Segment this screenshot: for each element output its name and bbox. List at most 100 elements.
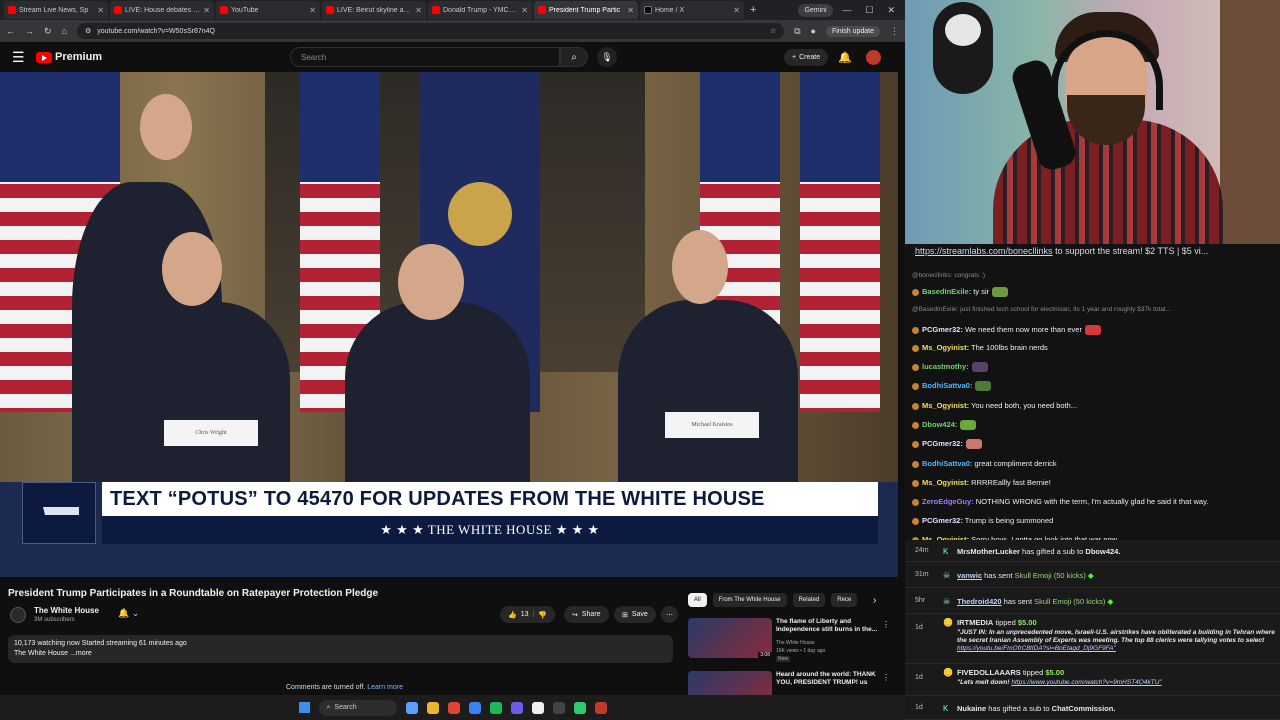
close-icon[interactable]: ✕ (733, 6, 740, 15)
app-icon[interactable] (573, 701, 586, 714)
microphone-icon[interactable]: 🎙 (597, 47, 617, 67)
search-icon: ⌕ (326, 703, 331, 711)
chat-username[interactable]: BasedInExile: (922, 287, 971, 296)
chat-username[interactable]: lucastmothy: (922, 362, 969, 371)
event-username[interactable]: vanwic (957, 571, 982, 580)
close-icon[interactable]: ✕ (521, 6, 528, 15)
more-options-icon[interactable]: ⋮ (882, 620, 890, 629)
share-button[interactable]: ↪ Share (564, 606, 609, 623)
chat-emote-icon (971, 362, 988, 373)
recommended-video[interactable]: 3:08 The flame of Liberty and Independen… (688, 618, 898, 662)
like-button[interactable]: 👍 13 | 👎 (500, 606, 556, 623)
streamlabs-link[interactable]: https://streamlabs.com/bonecllinks (915, 246, 1053, 256)
spotify-icon[interactable] (489, 701, 502, 714)
tab-house-debates[interactable]: LIVE: House debates war ✕ (110, 1, 214, 19)
site-info-icon[interactable]: ⚙ (85, 27, 91, 35)
hamburger-menu-icon[interactable]: ☰ (12, 49, 36, 66)
chip-related[interactable]: Related (792, 593, 826, 607)
notion-icon[interactable] (531, 701, 544, 714)
subscription-bell-icon[interactable]: 🔔 ⌄ (118, 608, 139, 619)
chat-username[interactable]: Ms_Ogyinist: (922, 478, 969, 487)
account-avatar[interactable] (866, 50, 881, 65)
extensions-icon[interactable]: ⧉ (794, 26, 800, 37)
video-player[interactable]: Chris Wright Michael Kratsios TEXT “POTU… (0, 72, 898, 577)
chat-username[interactable]: PCGmer32: (922, 439, 963, 448)
channel-name[interactable]: The White House (34, 606, 99, 615)
chrome-icon[interactable] (447, 701, 460, 714)
more-menu-icon[interactable]: ⋮ (890, 26, 899, 37)
chat-username[interactable]: Dbow424: (922, 420, 957, 429)
chevron-right-icon[interactable]: › (873, 595, 876, 606)
chat-username[interactable]: ZeroEdgeGuy: (922, 497, 974, 506)
search-input[interactable]: Search (290, 47, 560, 67)
chip-recent[interactable]: Rece (831, 593, 858, 607)
tab-donald-trump-ymca[interactable]: Donald Trump - YMCA (M ✕ (428, 1, 532, 19)
person-head (672, 230, 728, 304)
thumbs-down-icon[interactable]: 👎 (538, 611, 547, 619)
close-icon[interactable]: ✕ (203, 6, 210, 15)
file-explorer-icon[interactable] (405, 701, 418, 714)
create-button[interactable]: + Create (784, 49, 829, 66)
search-icon[interactable]: ⌕ (560, 47, 588, 67)
tip-link[interactable]: https://www.youtube.com/watch?v=9mHST4O4… (1011, 679, 1161, 686)
new-tab-icon[interactable]: + (746, 4, 760, 16)
app-icon[interactable] (594, 701, 607, 714)
obs-icon[interactable] (552, 701, 565, 714)
more-actions-icon[interactable]: ⋯ (661, 606, 678, 623)
chat-text: We need them now more than ever (962, 325, 1082, 334)
back-icon[interactable]: ← (6, 26, 15, 36)
youtube-favicon-icon (432, 6, 440, 14)
save-button[interactable]: ⊞ Save (614, 606, 656, 623)
close-icon[interactable]: ✕ (627, 6, 634, 15)
tab-stream-live-news[interactable]: Stream Live News, Sp ✕ (4, 1, 108, 19)
notifications-bell-icon[interactable]: 🔔 (838, 51, 852, 64)
learn-more-link[interactable]: Learn more (367, 684, 403, 691)
bookmark-star-icon[interactable]: ☆ (770, 27, 776, 35)
chat-username[interactable]: Ms_Ogyinist: (922, 343, 969, 352)
taskbar-search[interactable]: ⌕ Search (318, 699, 397, 716)
tab-president-trump[interactable]: President Trump Partic ✕ (534, 1, 638, 19)
chat-username[interactable]: BodhiSattva0: (922, 459, 972, 468)
tab-beirut-skyline[interactable]: LIVE: Beirut skyline as Isra ✕ (322, 1, 426, 19)
finish-update-button[interactable]: Finish update (825, 25, 880, 37)
event-username[interactable]: FIVEDOLLAAARS (957, 668, 1021, 677)
close-icon[interactable]: ✕ (309, 6, 316, 15)
profile-icon[interactable]: ● (811, 26, 816, 36)
event-username[interactable]: MrsMotherLucker (957, 547, 1020, 556)
reload-icon[interactable]: ↻ (44, 26, 52, 37)
tab-youtube[interactable]: YouTube ✕ (216, 1, 320, 19)
maximize-icon[interactable]: ☐ (865, 5, 873, 16)
description-box[interactable]: 10,173 watching now Started streaming 61… (8, 635, 673, 663)
bookshelf (1220, 0, 1280, 244)
event-text: Thedroid420 has sent Skull Emoji (50 kic… (957, 597, 1114, 606)
close-icon[interactable]: ✕ (97, 6, 104, 15)
forward-icon[interactable]: → (25, 26, 34, 36)
chat-username[interactable]: PCGmer32: (922, 325, 963, 334)
seated-official-left (110, 302, 290, 492)
event-username[interactable]: Nukaine (957, 704, 986, 713)
windows-start-icon[interactable] (298, 702, 310, 713)
youtube-logo[interactable]: Premium (36, 51, 102, 63)
channel-avatar[interactable] (10, 607, 26, 623)
recommended-title[interactable]: Heard around the world: THANK YOU, PRESI… (776, 671, 881, 687)
discord-icon[interactable] (510, 701, 523, 714)
recommended-title[interactable]: The flame of Liberty and Independence st… (776, 618, 881, 634)
edge-icon[interactable] (468, 701, 481, 714)
tip-link[interactable]: https://youtu.be/FmOfrC8tIDA?si=BoEtagd_… (957, 645, 1116, 652)
url-field[interactable]: ⚙ youtube.com/watch?v=W50sSr87n4Q ☆ (76, 23, 785, 39)
home-icon[interactable]: ⌂ (62, 26, 67, 36)
gemini-button[interactable]: Gemini (798, 3, 833, 17)
minimize-icon[interactable]: — (842, 5, 851, 16)
close-window-icon[interactable]: ✕ (887, 5, 895, 16)
tab-home-x[interactable]: Home / X ✕ (640, 1, 744, 19)
event-username[interactable]: Thedroid420 (957, 597, 1002, 606)
chat-username[interactable]: BodhiSattva0: (922, 381, 972, 390)
folder-icon[interactable] (426, 701, 439, 714)
event-username[interactable]: IRTMEDIA (957, 618, 993, 627)
more-options-icon[interactable]: ⋮ (882, 673, 890, 682)
close-icon[interactable]: ✕ (415, 6, 422, 15)
chip-all[interactable]: All (688, 593, 707, 607)
chat-username[interactable]: Ms_Ogyinist: (922, 401, 969, 410)
chip-from-channel[interactable]: From The White House (712, 593, 787, 607)
chat-username[interactable]: PCGmer32: (922, 516, 963, 525)
